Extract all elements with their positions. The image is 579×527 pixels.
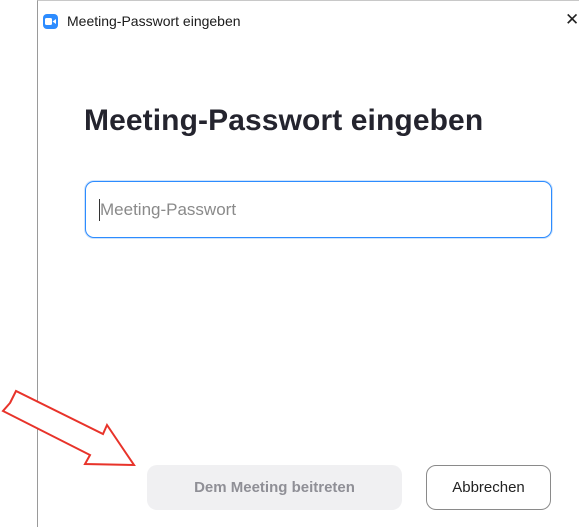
video-camera-icon: [43, 14, 58, 29]
text-caret: [99, 199, 100, 221]
title-bar: Meeting-Passwort eingeben ✕: [38, 1, 579, 39]
join-meeting-button[interactable]: Dem Meeting beitreten: [147, 465, 402, 510]
meeting-password-input[interactable]: [85, 181, 552, 238]
cancel-button[interactable]: Abbrechen: [426, 465, 551, 510]
password-dialog-window: Meeting-Passwort eingeben ✕ Meeting-Pass…: [37, 0, 579, 527]
dialog-heading: Meeting-Passwort eingeben: [84, 104, 484, 137]
window-title: Meeting-Passwort eingeben: [67, 13, 241, 29]
close-icon[interactable]: ✕: [565, 9, 579, 31]
